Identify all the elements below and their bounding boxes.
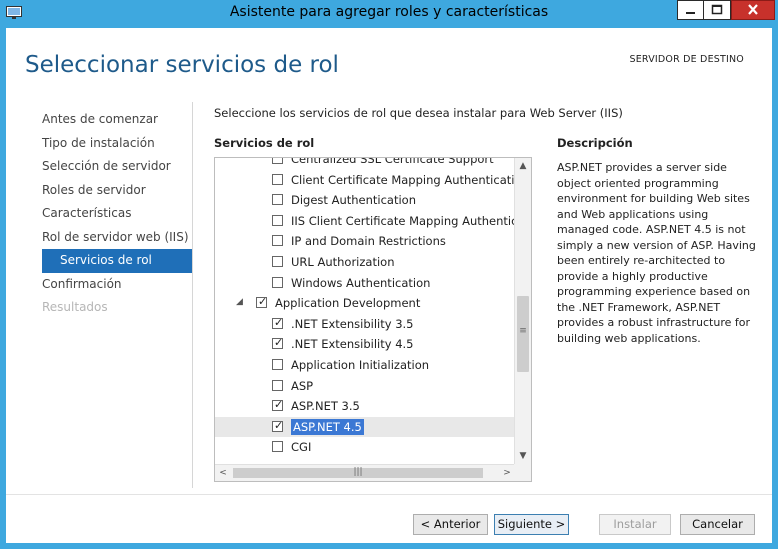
tree-item-label: ASP bbox=[291, 378, 314, 393]
grip-icon: ||| bbox=[353, 467, 363, 477]
nav-item-roles-de-servidor[interactable]: Roles de servidor bbox=[42, 179, 192, 203]
horizontal-scrollbar[interactable]: < ||| > bbox=[215, 464, 515, 481]
tree-item-label: Windows Authentication bbox=[291, 275, 431, 290]
tree-item-checkbox[interactable] bbox=[272, 235, 283, 247]
tree-item-checkbox[interactable] bbox=[272, 276, 283, 288]
role-services-tree[interactable]: Centralized SSL Certificate Support Clien… bbox=[214, 157, 532, 482]
install-button: Instalar bbox=[599, 514, 671, 535]
page-title: Seleccionar servicios de rol bbox=[25, 52, 339, 78]
tree-item[interactable]: CGI bbox=[215, 437, 515, 457]
tree-item-label: ASP.NET 3.5 bbox=[291, 399, 360, 414]
nav-item-tipo-de-instalacion[interactable]: Tipo de instalación bbox=[42, 132, 192, 156]
tree-item[interactable]: IP and Domain Restrictions bbox=[215, 231, 515, 251]
previous-button[interactable]: < Anterior bbox=[413, 514, 488, 535]
nav-item-servicios-de-rol[interactable]: Servicios de rol bbox=[42, 249, 192, 273]
tree-item[interactable]: ✓ ASP.NET 3.5 bbox=[215, 396, 515, 416]
tree-item-label: ASP.NET 4.5 bbox=[291, 418, 364, 435]
tree-item[interactable]: ✓ .NET Extensibility 3.5 bbox=[215, 314, 515, 334]
description-heading: Descripción bbox=[557, 136, 633, 150]
maximize-icon bbox=[711, 4, 723, 15]
tree-item-checkbox[interactable] bbox=[272, 359, 283, 370]
tree-item-checkbox[interactable] bbox=[272, 441, 283, 453]
services-heading: Servicios de rol bbox=[214, 136, 315, 150]
tree-item[interactable]: ✓ ASP.NET 4.5 bbox=[215, 416, 515, 437]
scroll-down-arrow-icon[interactable]: ▼ bbox=[515, 448, 531, 465]
tree-item[interactable]: Digest Authentication bbox=[215, 190, 515, 210]
close-button[interactable] bbox=[731, 0, 775, 20]
nav-divider bbox=[192, 102, 193, 488]
tree-item-checkbox[interactable]: ✓ bbox=[272, 398, 284, 412]
tree-item-label: Client Certificate Mapping Authenticatio… bbox=[291, 172, 515, 187]
tree-item[interactable]: URL Authorization bbox=[215, 252, 515, 272]
grip-icon: ≡ bbox=[519, 326, 527, 336]
nav-item-antes-de-comenzar[interactable]: Antes de comenzar bbox=[42, 108, 192, 132]
checkmark-icon: ✓ bbox=[274, 336, 284, 350]
tree-item-checkbox[interactable] bbox=[272, 194, 283, 206]
tree-item-label: Application Development bbox=[275, 296, 421, 311]
nav-item-confirmacion[interactable]: Confirmación bbox=[42, 273, 192, 297]
checkmark-icon: ✓ bbox=[274, 418, 284, 432]
tree-item-checkbox[interactable]: ✓ bbox=[256, 295, 268, 309]
tree-item[interactable]: Client Certificate Mapping Authenticatio… bbox=[215, 170, 515, 190]
description-text: ASP.NET provides a server side object or… bbox=[557, 161, 756, 345]
tree-item[interactable]: Centralized SSL Certificate Support bbox=[215, 158, 515, 169]
footer-divider bbox=[6, 494, 772, 495]
nav-item-seleccion-de-servidor[interactable]: Selección de servidor bbox=[42, 155, 192, 179]
scroll-left-arrow-icon[interactable]: < bbox=[215, 465, 231, 481]
tree-item-label: Digest Authentication bbox=[291, 193, 417, 208]
tree-item[interactable]: Windows Authentication bbox=[215, 273, 515, 293]
tree-item-label: IIS Client Certificate Mapping Authentic… bbox=[291, 213, 515, 228]
tree-item-checkbox[interactable]: ✓ bbox=[272, 336, 284, 350]
tree-item-checkbox[interactable] bbox=[272, 173, 283, 185]
window-title: Asistente para agregar roles y caracterí… bbox=[229, 4, 549, 20]
wizard-nav: Antes de comenzar Tipo de instalación Se… bbox=[42, 108, 192, 320]
nav-item-caracteristicas[interactable]: Características bbox=[42, 202, 192, 226]
tree-item-label: .NET Extensibility 4.5 bbox=[291, 337, 414, 352]
tree-item-checkbox[interactable] bbox=[272, 379, 283, 391]
tree-item-label: URL Authorization bbox=[291, 255, 395, 269]
scroll-right-arrow-icon[interactable]: > bbox=[499, 465, 515, 481]
wizard-body: Seleccionar servicios de rol SERVIDOR DE… bbox=[6, 28, 772, 543]
vertical-scrollbar[interactable]: ▲ ≡ ▼ bbox=[514, 158, 531, 465]
instruction-text: Seleccione los servicios de rol que dese… bbox=[214, 106, 623, 120]
tree-viewport: Centralized SSL Certificate Support Clien… bbox=[215, 158, 515, 465]
checkmark-icon: ✓ bbox=[258, 295, 268, 309]
checkmark-icon: ✓ bbox=[274, 398, 284, 412]
tree-item-label: Centralized SSL Certificate Support bbox=[291, 158, 494, 166]
cancel-button[interactable]: Cancelar bbox=[680, 514, 755, 535]
tree-item[interactable]: ◢ ✓ Application Development bbox=[215, 293, 515, 313]
checkmark-icon: ✓ bbox=[274, 315, 284, 329]
minimize-icon bbox=[686, 12, 695, 14]
tree-item-checkbox[interactable]: ✓ bbox=[272, 315, 284, 329]
nav-item-rol-servidor-web[interactable]: Rol de servidor web (IIS) bbox=[42, 226, 192, 250]
scroll-corner bbox=[514, 464, 531, 481]
maximize-button[interactable] bbox=[704, 0, 731, 20]
close-icon bbox=[748, 4, 758, 15]
tree-item-checkbox[interactable] bbox=[272, 256, 283, 267]
minimize-button[interactable] bbox=[677, 0, 704, 20]
scroll-up-arrow-icon[interactable]: ▲ bbox=[515, 158, 531, 175]
tree-item-checkbox[interactable]: ✓ bbox=[272, 418, 284, 432]
tree-item[interactable]: ASP bbox=[215, 376, 515, 396]
tree-item-label: IP and Domain Restrictions bbox=[291, 234, 446, 249]
tree-item[interactable]: IIS Client Certificate Mapping Authentic… bbox=[215, 211, 515, 231]
expand-arrow-icon[interactable]: ◢ bbox=[236, 297, 243, 307]
tree-item-checkbox[interactable] bbox=[272, 158, 283, 164]
tree-item-checkbox[interactable] bbox=[272, 214, 283, 226]
vertical-scroll-thumb[interactable]: ≡ bbox=[517, 296, 529, 372]
title-bar[interactable]: Asistente para agregar roles y caracterí… bbox=[0, 0, 778, 28]
destination-server-label: SERVIDOR DE DESTINO bbox=[629, 54, 744, 65]
tree-item-label: CGI bbox=[291, 440, 312, 455]
nav-item-resultados: Resultados bbox=[42, 300, 108, 314]
wizard-window: Asistente para agregar roles y caracterí… bbox=[0, 0, 778, 549]
tree-item[interactable]: ✓ .NET Extensibility 4.5 bbox=[215, 334, 515, 354]
tree-item-label: Application Initialization bbox=[291, 358, 430, 372]
next-button[interactable]: Siguiente > bbox=[494, 514, 569, 535]
tree-item[interactable]: Application Initialization bbox=[215, 355, 515, 375]
horizontal-scroll-thumb[interactable]: ||| bbox=[233, 467, 483, 478]
tree-item-label: .NET Extensibility 3.5 bbox=[291, 316, 414, 331]
